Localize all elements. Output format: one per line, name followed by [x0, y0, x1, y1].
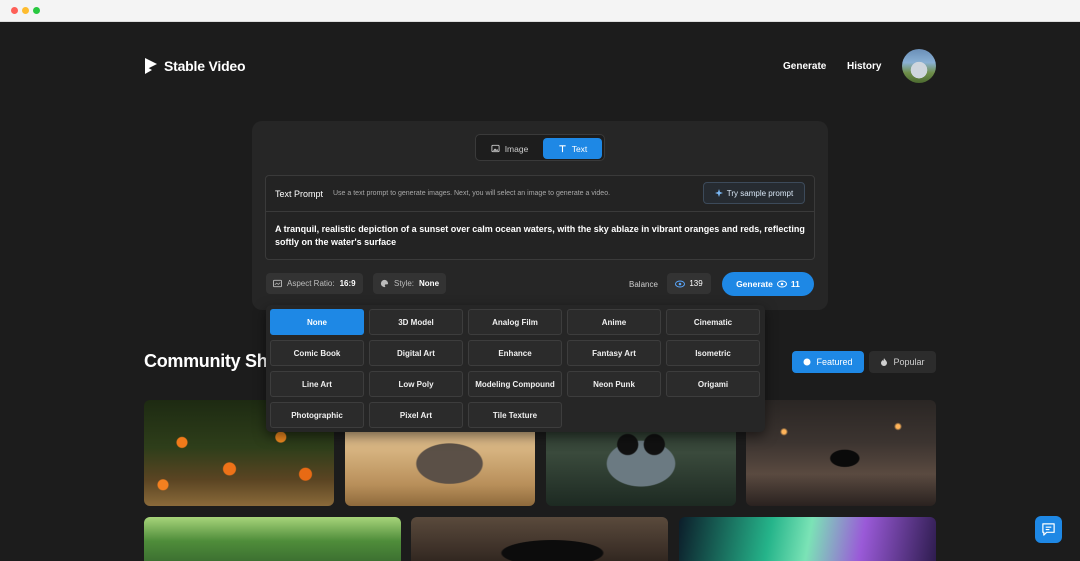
- style-option-cinematic[interactable]: Cinematic: [666, 309, 760, 335]
- chat-feedback-button[interactable]: [1035, 516, 1062, 543]
- image-icon: [491, 144, 500, 153]
- style-option-line-art[interactable]: Line Art: [270, 371, 364, 397]
- style-option-tile-texture[interactable]: Tile Texture: [468, 402, 562, 428]
- palette-icon: [380, 279, 389, 288]
- style-option-none[interactable]: None: [270, 309, 364, 335]
- style-option-analog-film[interactable]: Analog Film: [468, 309, 562, 335]
- try-sample-prompt-button[interactable]: Try sample prompt: [703, 182, 805, 204]
- window-titlebar: [0, 0, 1080, 22]
- maximize-window-dot[interactable]: [33, 7, 40, 14]
- dot-icon: [803, 358, 811, 366]
- prompt-header: Text Prompt Use a text prompt to generat…: [266, 176, 814, 212]
- showcase-thumbnail[interactable]: [746, 400, 936, 506]
- generate-button[interactable]: Generate 11: [722, 272, 814, 296]
- eye-credit-icon: [675, 280, 686, 287]
- style-option-isometric[interactable]: Isometric: [666, 340, 760, 366]
- tab-text[interactable]: Text: [543, 138, 602, 159]
- generate-cost: 11: [790, 279, 800, 289]
- prompt-title: Text Prompt: [275, 189, 324, 199]
- style-selector[interactable]: Style: None: [373, 273, 447, 294]
- nav-history-link[interactable]: History: [847, 61, 881, 72]
- aspect-ratio-value: 16:9: [339, 279, 356, 288]
- balance-value: 139: [689, 279, 703, 288]
- user-avatar[interactable]: [902, 49, 936, 83]
- style-option-modeling-compound[interactable]: Modeling Compound: [468, 371, 562, 397]
- prompt-textarea[interactable]: A tranquil, realistic depiction of a sun…: [275, 223, 805, 249]
- tab-featured[interactable]: Featured: [792, 351, 864, 373]
- balance-label: Balance: [629, 280, 658, 289]
- style-option-enhance[interactable]: Enhance: [468, 340, 562, 366]
- aspect-ratio-label: Aspect Ratio:: [287, 279, 335, 288]
- showcase-thumbnail[interactable]: [679, 517, 936, 561]
- brand-logo[interactable]: Stable Video: [144, 57, 246, 75]
- showcase-thumbnail[interactable]: [144, 517, 401, 561]
- style-label: Style:: [394, 279, 415, 288]
- tab-popular[interactable]: Popular: [869, 351, 936, 373]
- style-option-pixel-art[interactable]: Pixel Art: [369, 402, 463, 428]
- prompt-description: Use a text prompt to generate images. Ne…: [333, 190, 611, 197]
- mode-toggle: Image Text: [475, 134, 605, 161]
- minimize-window-dot[interactable]: [22, 7, 29, 14]
- brand-name: Stable Video: [164, 58, 246, 74]
- tab-text-label: Text: [571, 143, 588, 154]
- tab-featured-label: Featured: [816, 357, 853, 367]
- close-window-dot[interactable]: [11, 7, 18, 14]
- showcase-thumbnail[interactable]: [411, 517, 668, 561]
- style-value: None: [419, 279, 440, 288]
- style-option-comic-book[interactable]: Comic Book: [270, 340, 364, 366]
- tab-image-label: Image: [504, 143, 529, 154]
- style-option-neon-punk[interactable]: Neon Punk: [567, 371, 661, 397]
- balance-badge: 139: [667, 273, 711, 294]
- style-option-digital-art[interactable]: Digital Art: [369, 340, 463, 366]
- try-sample-prompt-label: Try sample prompt: [726, 188, 794, 198]
- aspect-ratio-icon: [273, 279, 282, 288]
- style-option-fantasy-art[interactable]: Fantasy Art: [567, 340, 661, 366]
- style-option-origami[interactable]: Origami: [666, 371, 760, 397]
- text-t-icon: [559, 145, 566, 153]
- tab-popular-label: Popular: [893, 357, 925, 367]
- eye-credit-icon: [776, 280, 787, 288]
- generator-card: Image Text Text Prompt Use a text prompt…: [252, 121, 828, 310]
- flame-icon: [881, 358, 888, 366]
- sparkle-icon: [714, 189, 723, 197]
- tab-image[interactable]: Image: [479, 138, 540, 159]
- style-dropdown: None 3D Model Analog Film Anime Cinemati…: [266, 305, 765, 432]
- style-option-anime[interactable]: Anime: [567, 309, 661, 335]
- prompt-panel: Text Prompt Use a text prompt to generat…: [265, 175, 815, 260]
- nav-generate-link[interactable]: Generate: [783, 61, 826, 72]
- style-option-low-poly[interactable]: Low Poly: [369, 371, 463, 397]
- aspect-ratio-selector[interactable]: Aspect Ratio: 16:9: [266, 273, 363, 294]
- generate-label: Generate: [736, 279, 773, 289]
- stable-video-logo-icon: [145, 58, 157, 74]
- style-option-photographic[interactable]: Photographic: [270, 402, 364, 428]
- chat-feedback-icon: [1042, 523, 1055, 536]
- style-option-3d-model[interactable]: 3D Model: [369, 309, 463, 335]
